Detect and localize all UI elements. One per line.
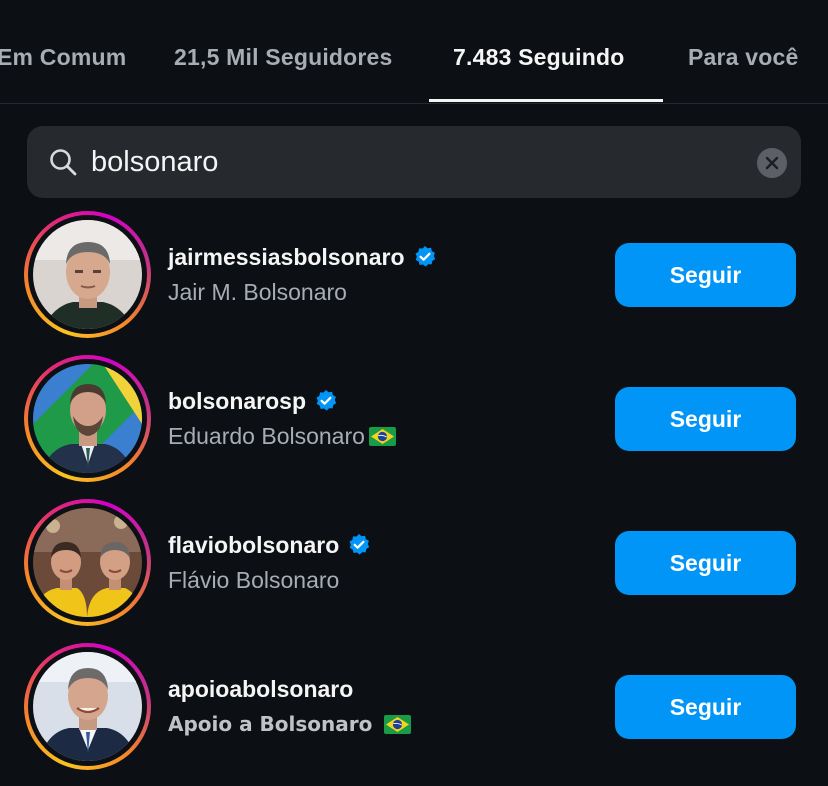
- follow-button[interactable]: Seguir: [615, 675, 796, 739]
- search-icon: [50, 149, 77, 176]
- verified-badge-icon: [349, 534, 370, 555]
- avatar[interactable]: [24, 499, 151, 626]
- tab-seguidores[interactable]: 21,5 Mil Seguidores: [174, 44, 393, 71]
- brazil-flag-icon: [368, 426, 396, 446]
- full-name: Eduardo Bolsonaro: [168, 422, 365, 449]
- search-bar[interactable]: [27, 126, 801, 198]
- tab-em-comum[interactable]: Em Comum: [0, 44, 126, 71]
- full-name: Apoio a Bolsonaro: [168, 712, 373, 736]
- tab-para-voce[interactable]: Para você: [688, 44, 799, 71]
- tab-bar: Em Comum 21,5 Mil Seguidores 7.483 Segui…: [0, 0, 828, 104]
- list-item[interactable]: jairmessiasbolsonaro Jair M. Bolsonaro S…: [0, 211, 828, 355]
- profile-photo: [33, 364, 142, 473]
- avatar[interactable]: [24, 211, 151, 338]
- follow-button[interactable]: Seguir: [615, 531, 796, 595]
- list-item[interactable]: flaviobolsonaro Flávio Bolsonaro Seguir: [0, 499, 828, 643]
- full-name: Jair M. Bolsonaro: [168, 278, 347, 305]
- brazil-flag-icon: [384, 714, 412, 734]
- tab-seguindo[interactable]: 7.483 Seguindo: [453, 44, 625, 71]
- profile-photo: [33, 220, 142, 329]
- username[interactable]: flaviobolsonaro: [168, 532, 339, 559]
- profile-photo: [33, 508, 142, 617]
- full-name: Flávio Bolsonaro: [168, 566, 340, 593]
- clear-icon[interactable]: [757, 148, 787, 178]
- active-tab-indicator: [429, 99, 663, 102]
- avatar[interactable]: [24, 355, 151, 482]
- list-item[interactable]: apoioabolsonaro Apoio a Bolsonaro Seguir: [0, 643, 828, 786]
- avatar[interactable]: [24, 643, 151, 770]
- profile-photo: [33, 652, 142, 761]
- follow-button[interactable]: Seguir: [615, 243, 796, 307]
- username[interactable]: bolsonarosp: [168, 388, 306, 415]
- search-input[interactable]: [91, 126, 731, 198]
- verified-badge-icon: [316, 390, 337, 411]
- username[interactable]: jairmessiasbolsonaro: [168, 244, 405, 271]
- verified-badge-icon: [415, 246, 435, 267]
- username[interactable]: apoioabolsonaro: [168, 676, 353, 703]
- follow-button[interactable]: Seguir: [615, 387, 796, 451]
- list-item[interactable]: bolsonarosp Eduardo Bolsonaro Seguir: [0, 355, 828, 499]
